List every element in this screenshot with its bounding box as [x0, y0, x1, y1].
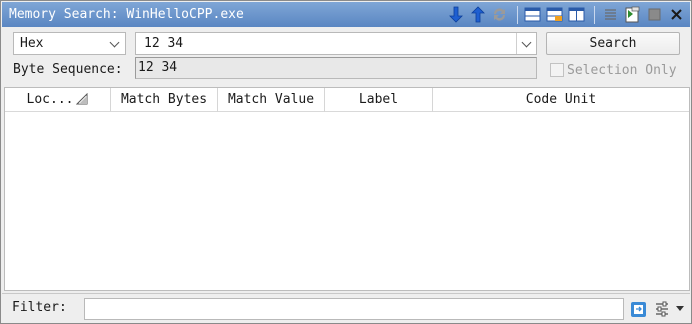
selection-only-label: Selection Only	[567, 63, 677, 78]
chevron-down-icon	[521, 37, 532, 48]
layout-horizontal-icon[interactable]	[523, 5, 542, 24]
column-header-match-value[interactable]: Match Value	[218, 88, 325, 112]
selection-only-checkbox[interactable]	[550, 63, 564, 77]
window-title: Memory Search: WinHelloCPP.exe	[9, 7, 244, 22]
layout-vertical-icon[interactable]	[567, 5, 586, 24]
column-label: Label	[358, 92, 399, 107]
column-header-match-bytes[interactable]: Match Bytes	[111, 88, 218, 112]
settings-sliders-icon[interactable]	[653, 299, 673, 319]
column-label: Code Unit	[525, 92, 597, 107]
previous-match-icon[interactable]	[468, 5, 487, 24]
byte-sequence-label: Byte Sequence:	[13, 62, 123, 77]
table-body	[5, 112, 689, 290]
table-header: Loc... Match Bytes Match Value Label Cod…	[5, 88, 689, 112]
results-table: Loc... Match Bytes Match Value Label Cod…	[4, 87, 690, 291]
search-button-label: Search	[589, 36, 637, 51]
next-match-icon[interactable]	[446, 5, 465, 24]
filter-input[interactable]	[84, 298, 624, 320]
stop-icon[interactable]	[645, 5, 664, 24]
history-dropdown-button[interactable]	[516, 33, 536, 54]
title-bar: Memory Search: WinHelloCPP.exe	[2, 2, 690, 27]
search-input[interactable]: 12 34	[135, 32, 537, 55]
byte-sequence-field: 12 34	[135, 57, 537, 79]
column-header-label[interactable]: Label	[325, 88, 433, 112]
search-input-value: 12 34	[144, 36, 184, 51]
refresh-icon[interactable]	[490, 5, 509, 24]
sort-ascending-icon	[76, 92, 88, 109]
search-controls: Hex 12 34 Search Byte Sequence: 12 34 Se…	[2, 27, 690, 87]
filter-bar: Filter:	[2, 293, 690, 323]
snapshot-icon[interactable]	[623, 5, 642, 24]
format-select-value: Hex	[20, 36, 44, 51]
column-header-location[interactable]: Loc...	[5, 88, 111, 112]
close-icon[interactable]	[667, 5, 686, 24]
filter-options-icon[interactable]	[628, 299, 648, 319]
byte-sequence-value: 12 34	[138, 60, 178, 75]
chevron-down-icon	[109, 37, 120, 48]
dropdown-arrow-icon[interactable]	[674, 299, 686, 319]
filter-label: Filter:	[12, 300, 67, 315]
layout-split-icon[interactable]	[545, 5, 564, 24]
menu-icon[interactable]	[601, 5, 620, 24]
format-select[interactable]: Hex	[13, 32, 126, 55]
column-label: Match Value	[227, 92, 315, 107]
column-label: Loc...	[26, 92, 74, 107]
column-header-code-unit[interactable]: Code Unit	[433, 88, 689, 112]
search-button[interactable]: Search	[546, 32, 680, 55]
memory-search-window: Memory Search: WinHelloCPP.exe Hex 12 34…	[0, 0, 692, 324]
column-label: Match Bytes	[120, 92, 208, 107]
